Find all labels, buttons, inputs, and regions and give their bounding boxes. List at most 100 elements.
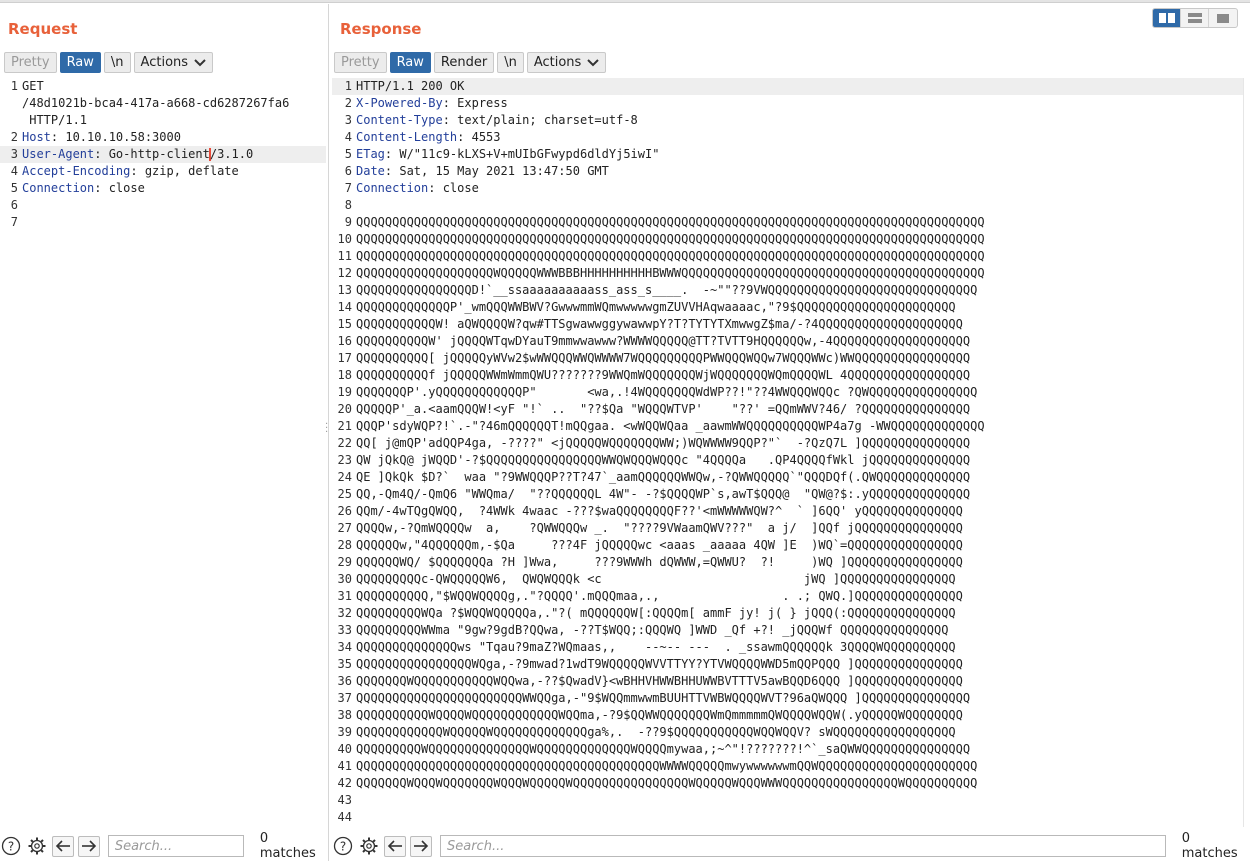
svg-text:?: ?	[8, 840, 14, 854]
line-number: 43	[337, 793, 352, 807]
line-number: 42	[337, 776, 352, 790]
response-pane: Response Pretty Raw Render \n Actions 1H…	[332, 4, 1250, 861]
previous-match-button[interactable]	[51, 835, 74, 857]
body-text: QQ[ j@mQP'adQQP4ga, -????" <jQQQQQWQQQQQ…	[356, 436, 971, 450]
response-editor[interactable]: 1 HTTP/1.1 200 OK 2 X-Powered-By: Express 3 C…	[332, 78, 1244, 827]
line-text: QQQQQQQQQQWQQQQWQQQQQQQQQQQQWQQma,-?9$QQ…	[356, 707, 1243, 724]
response-render-button[interactable]: Render	[433, 52, 495, 73]
previous-match-button[interactable]	[384, 835, 406, 857]
body-text: QQQQQQQQQWQa ?$WQQWQQQQQa,."?( mQQQQQQW[…	[356, 606, 956, 620]
request-raw-button[interactable]: Raw	[59, 52, 101, 73]
request-actions-button[interactable]: Actions	[133, 52, 214, 73]
line-text	[22, 214, 326, 231]
gear-icon[interactable]	[358, 835, 380, 857]
request-newline-button[interactable]: \n	[103, 52, 131, 73]
body-text: QQQQQQQQQQQQQQQQQQQQQQQQQQQQQQQQQQQQQQQQ…	[356, 759, 978, 773]
body-text: QQQQQQQQQQQQQQQQQQQQQQQQQQQQQQQQQQQQQQQQ…	[356, 249, 985, 263]
response-search-input[interactable]	[440, 835, 1166, 857]
line-text: QQQQQP'_a.<aamQQQW!<yF "!` .. "??$Qa "WQ…	[356, 401, 1243, 418]
response-line: 13 QQQQQQQQQQQQQQQQD!`__ssaaaaaaaaaass_as…	[332, 282, 1243, 299]
response-newline-button[interactable]: \n	[497, 52, 524, 73]
line-number: 25	[337, 487, 352, 501]
response-line: 36 QQQQQQQWQQQQQQQQQQQWQQwa,-??$QwadV}<wB…	[332, 673, 1243, 690]
body-text: QQQQQP'_a.<aamQQQW!<yF "!` .. "??$Qa "WQ…	[356, 402, 971, 416]
header-key: Host	[22, 130, 51, 144]
line-number: 17	[337, 351, 352, 365]
line-number: 32	[337, 606, 352, 620]
chevron-down-icon	[587, 58, 600, 66]
request-editor[interactable]: 1 GET /48d1021b-bca4-417a-a668-cd6287267…	[0, 78, 326, 827]
help-icon[interactable]: ?	[0, 835, 22, 857]
chevron-down-icon	[194, 58, 206, 66]
line-number: 36	[337, 674, 352, 688]
header-value: : close	[428, 181, 479, 195]
header-value: : W/"11c9-kLXS+V+mUIbGFwypd6dldYj5iwI"	[384, 147, 660, 161]
line-number	[0, 95, 22, 112]
response-line: 29 QQQQQQWQ/ $QQQQQQQa ?H ]Wwa, ???9WWWh …	[332, 554, 1243, 571]
line-number: 6	[10, 198, 18, 212]
line-text: QQQQQQQWQQQWQQQQQQQWQQQWQQQQQWQQQQQQQQQQ…	[356, 775, 1243, 792]
line-text: User-Agent: Go-http-client/3.1.0	[22, 146, 326, 163]
response-actions-label: Actions	[533, 55, 582, 70]
svg-text:?: ?	[340, 840, 346, 854]
response-line: 39 QQQQQQQQQQQQWQQQQQWQQQQQQQQQQQQQga%,. …	[332, 724, 1243, 741]
gear-icon[interactable]	[26, 835, 48, 857]
response-line: 32 QQQQQQQQQWQa ?$WQQWQQQQQa,."?( mQQQQQQ…	[332, 605, 1243, 622]
response-line: 3 Content-Type: text/plain; charset=utf-8	[332, 112, 1243, 129]
line-number: 28	[337, 538, 352, 552]
response-line: 28 QQQQQQw,"4QQQQQQm,-$Qa ???4F jQQQQQwc …	[332, 537, 1243, 554]
body-text: QW jQkQ@ jWQQD'-?$QQQQQQQQQQQQQQQQWWQWQQ…	[356, 453, 971, 467]
request-line: /48d1021b-bca4-417a-a668-cd6287267fa6	[0, 95, 326, 112]
line-number: 29	[337, 555, 352, 569]
line-text	[22, 197, 326, 214]
body-text: QQQQQQw,"4QQQQQQm,-$Qa ???4F jQQQQQwc <a…	[356, 538, 963, 552]
response-line: 31 QQQQQQQQQQ,"$WQQWQQQQg,."?QQQQ'.mQQQma…	[332, 588, 1243, 605]
response-line: 22 QQ[ j@mQP'adQQP4ga, -????" <jQQQQQWQQQ…	[332, 435, 1243, 452]
response-line: 38 QQQQQQQQQQWQQQQWQQQQQQQQQQQQWQQma,-?9$…	[332, 707, 1243, 724]
request-line: 5 Connection: close	[0, 180, 326, 197]
body-text: QQQQQQQQQQf jQQQQQWWmWmmQWU???????9WWQmW…	[356, 368, 971, 382]
header-key: Connection	[356, 181, 429, 195]
help-icon[interactable]: ?	[332, 835, 354, 857]
body-text: QQQQQQQQQQWQQQQWQQQQQQQQQQQQWQQma,-?9$QQ…	[356, 708, 963, 722]
line-text: QQQQQQQQQQQQQQQQQQQQQQQWWQQga,-"9$WQQmmw…	[356, 690, 1243, 707]
response-line: 37 QQQQQQQQQQQQQQQQQQQQQQQWWQQga,-"9$WQQm…	[332, 690, 1243, 707]
line-text: QQ[ j@mQP'adQQP4ga, -????" <jQQQQQWQQQQQ…	[356, 435, 1243, 452]
line-text: QQQQQQQQQQQQQP'_wmQQQWWBWV?GwwwmmWQmwwww…	[356, 299, 1243, 316]
line-number: 3	[344, 113, 352, 127]
line-number: 39	[337, 725, 352, 739]
request-line: 7	[0, 214, 326, 231]
line-text: QQQQQQQQQWQQQQQQQQQQQQQQWQQQQQQQQQQQQQWQ…	[356, 741, 1243, 758]
line-number: 6	[344, 164, 352, 178]
line-text: QQQQQQQQQQQQQQQQQQQQQQQQQQQQQQQQQQQQQQQQ…	[356, 231, 1243, 248]
response-pretty-button[interactable]: Pretty	[334, 52, 387, 73]
response-raw-button[interactable]: Raw	[389, 52, 431, 73]
line-number: 2	[10, 130, 18, 144]
response-actions-button[interactable]: Actions	[526, 52, 607, 73]
response-line: 10 QQQQQQQQQQQQQQQQQQQQQQQQQQQQQQQQQQQQQQ…	[332, 231, 1243, 248]
next-match-button[interactable]	[410, 835, 432, 857]
pane-splitter-handle[interactable]: · · ·	[325, 420, 328, 438]
line-number: 33	[337, 623, 352, 637]
response-line: 35 QQQQQQQQQQQQQQQQWQga,-?9mwad?1wdT9WQQQ…	[332, 656, 1243, 673]
next-match-button[interactable]	[77, 835, 100, 857]
response-title: Response	[340, 20, 422, 38]
line-text: QQQQQQQQQQQW! aQWQQQQW?qw#TTSgwawwggywaw…	[356, 316, 1243, 333]
line-number: 23	[337, 453, 352, 467]
line-number: 14	[337, 300, 352, 314]
line-number: 5	[344, 147, 352, 161]
line-text: HTTP/1.1	[22, 113, 88, 127]
line-number: 7	[10, 215, 18, 229]
request-search-input[interactable]	[107, 835, 244, 857]
line-number: 31	[337, 589, 352, 603]
line-text: QQQQQQQQQQQQQQQQQQQWQQQQQWWWBBBHHHHHHHHH…	[356, 265, 1243, 282]
line-number: 5	[10, 181, 18, 195]
header-value: : 10.10.10.58:3000	[50, 130, 181, 144]
line-number: 35	[337, 657, 352, 671]
response-line: 45<!--	[332, 826, 1243, 827]
line-text: QQQQQQWQ/ $QQQQQQQa ?H ]Wwa, ???9WWWh dQ…	[356, 554, 1243, 571]
request-pretty-button[interactable]: Pretty	[4, 52, 57, 73]
request-line-current: 3 User-Agent: Go-http-client/3.1.0	[0, 146, 326, 163]
request-toolbar: Pretty Raw \n Actions	[4, 52, 214, 73]
line-text: QQQQQQQQQQW' jQQQQWTqwDYauT9mmwwawww?WWW…	[356, 333, 1243, 350]
